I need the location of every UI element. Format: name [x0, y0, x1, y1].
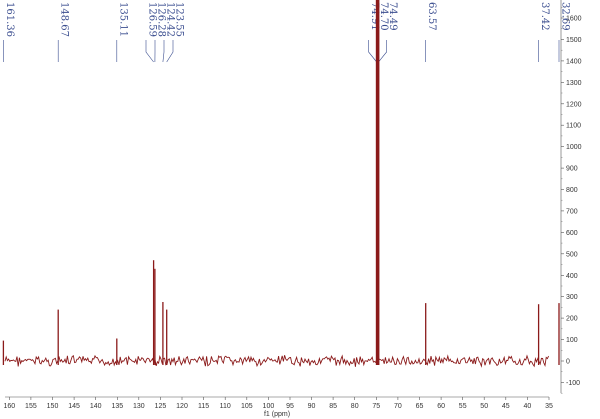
x-tick-label-14: 90 [308, 403, 316, 410]
peak-label-11: 37.42 [539, 2, 550, 31]
x-tick-label-16: 80 [351, 403, 359, 410]
y-tick-label-2: 1400 [566, 58, 582, 65]
peak-label-6: 123.55 [174, 2, 185, 37]
solvent-peak-block [375, 0, 380, 365]
x-tick-label-24: 40 [524, 403, 532, 410]
x-tick-label-23: 45 [502, 403, 510, 410]
peak-label-1: 148.67 [59, 2, 70, 37]
x-tick-label-8: 120 [176, 403, 188, 410]
y-tick-label-11: 500 [566, 251, 578, 258]
x-tick-label-12: 100 [263, 403, 275, 410]
x-tick-label-9: 115 [198, 403, 209, 410]
x-tick-label-17: 75 [372, 403, 380, 410]
y-tick-label-15: 100 [566, 337, 578, 344]
peak-label-2: 135.11 [117, 2, 128, 37]
x-tick-label-15: 85 [329, 403, 337, 410]
peak-label-9: 74.49 [387, 2, 398, 31]
chart-background [0, 0, 600, 419]
y-tick-label-16: 0 [566, 359, 570, 366]
x-tick-label-20: 60 [437, 403, 445, 410]
y-tick-label-0: 1600 [566, 16, 582, 23]
y-tick-label-1: 1500 [566, 37, 582, 44]
y-tick-label-5: 1100 [566, 123, 581, 130]
y-tick-label-7: 900 [566, 166, 578, 173]
x-tick-label-18: 70 [394, 403, 402, 410]
y-tick-label-10: 600 [566, 230, 578, 237]
y-tick-label-4: 1200 [566, 101, 582, 108]
y-tick-label-13: 300 [566, 294, 578, 301]
x-tick-label-3: 145 [68, 403, 80, 410]
y-tick-label-8: 800 [566, 187, 578, 194]
x-tick-label-7: 125 [155, 403, 167, 410]
x-tick-label-13: 95 [286, 403, 294, 410]
y-tick-label-6: 1000 [566, 144, 582, 151]
x-tick-label-21: 55 [459, 403, 467, 410]
x-tick-label-2: 150 [47, 403, 59, 410]
x-tick-label-1: 155 [25, 403, 37, 410]
y-tick-label-12: 400 [566, 273, 578, 280]
peak-label-10: 63.57 [426, 2, 437, 31]
x-axis-title: f1 (ppm) [264, 411, 290, 418]
peak-label-0: 161.36 [4, 2, 15, 37]
x-tick-label-6: 130 [133, 403, 145, 410]
y-tick-label-17: -100 [566, 380, 580, 387]
x-tick-label-10: 110 [220, 403, 231, 410]
x-tick-label-5: 135 [111, 403, 123, 410]
x-tick-label-22: 50 [480, 403, 488, 410]
y-tick-label-9: 700 [566, 208, 578, 215]
x-tick-label-0: 160 [3, 403, 15, 410]
x-tick-label-11: 105 [241, 403, 253, 410]
nmr-spectrum-chart: 161.36 148.67 135.11 126.59126.28124.42123.… [0, 0, 600, 419]
y-tick-label-14: 200 [566, 316, 578, 323]
y-tick-label-3: 1300 [566, 80, 582, 87]
x-tick-label-4: 140 [90, 403, 102, 410]
x-tick-label-19: 65 [416, 403, 424, 410]
x-tick-label-25: 35 [545, 403, 553, 410]
